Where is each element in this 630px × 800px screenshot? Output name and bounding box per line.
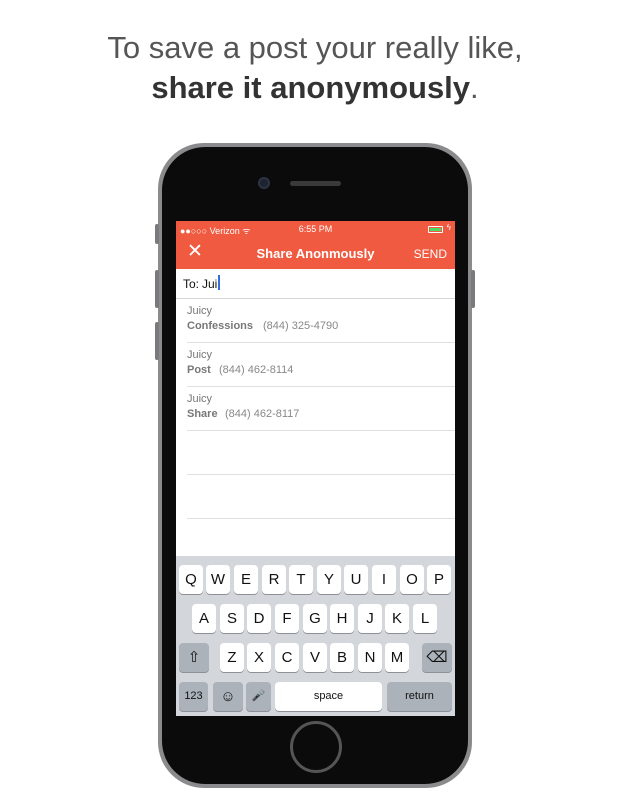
volume-up-button xyxy=(155,270,159,308)
key-g[interactable]: G xyxy=(303,604,327,633)
suggestion-type: Share xyxy=(187,408,218,420)
front-camera xyxy=(258,177,270,189)
key-t[interactable]: T xyxy=(289,565,313,594)
keyboard: Q W E R T Y U I O P A S D F G H J K L ⇧ … xyxy=(176,556,455,716)
home-button[interactable] xyxy=(290,721,342,773)
status-time: 6:55 PM xyxy=(298,224,333,234)
key-j[interactable]: J xyxy=(358,604,382,633)
shift-key[interactable]: ⇧ xyxy=(179,643,209,672)
key-d[interactable]: D xyxy=(247,604,271,633)
battery-icon xyxy=(428,226,443,233)
key-u[interactable]: U xyxy=(344,565,368,594)
power-button xyxy=(471,270,475,308)
key-h[interactable]: H xyxy=(330,604,354,633)
key-m[interactable]: M xyxy=(385,643,409,672)
headline-line-1: To save a post your really like, xyxy=(107,30,523,65)
empty-row xyxy=(187,431,455,475)
key-c[interactable]: C xyxy=(275,643,299,672)
key-v[interactable]: V xyxy=(303,643,327,672)
key-r[interactable]: R xyxy=(262,565,286,594)
nav-bar: ✕ Share Anonmously SEND xyxy=(176,238,455,269)
key-p[interactable]: P xyxy=(427,565,451,594)
suggestion-phone: (844) 325-4790 xyxy=(263,320,339,332)
emoji-icon[interactable]: ☺ xyxy=(213,682,243,711)
suggestion-phone: (844) 462-8114 xyxy=(219,364,294,376)
key-q[interactable]: Q xyxy=(179,565,203,594)
microphone-icon[interactable]: 🎤 xyxy=(246,682,271,711)
suggestion-type: Post xyxy=(187,364,211,376)
mute-switch xyxy=(155,224,159,244)
key-b[interactable]: B xyxy=(330,643,354,672)
key-l[interactable]: L xyxy=(413,604,437,633)
status-bar: ●●○○○ Verizon ᯤ 6:55 PM ϟ xyxy=(176,221,455,238)
key-o[interactable]: O xyxy=(400,565,424,594)
key-e[interactable]: E xyxy=(234,565,258,594)
key-a[interactable]: A xyxy=(192,604,216,633)
key-s[interactable]: S xyxy=(220,604,244,633)
headline-suffix: . xyxy=(470,70,479,105)
bolt-icon: ϟ xyxy=(446,223,451,232)
key-f[interactable]: F xyxy=(275,604,299,633)
suggestion-name: Juicy xyxy=(187,305,213,317)
recipient-field[interactable]: To: Jui xyxy=(176,269,455,299)
text-cursor xyxy=(218,275,220,290)
send-button[interactable]: SEND xyxy=(414,247,447,261)
suggestion-type: Confessions xyxy=(187,320,254,332)
phone-screen: ●●○○○ Verizon ᯤ 6:55 PM ϟ ✕ Share Anonmo… xyxy=(176,221,455,716)
suggestion-name: Juicy xyxy=(187,349,213,361)
key-i[interactable]: I xyxy=(372,565,396,594)
suggestion-item[interactable]: Juicy Confessions (844) 325-4790 xyxy=(187,299,455,343)
key-x[interactable]: X xyxy=(247,643,271,672)
key-z[interactable]: Z xyxy=(220,643,244,672)
suggestion-phone: (844) 462-8117 xyxy=(225,408,300,420)
delete-key[interactable]: ⌫ xyxy=(422,643,452,672)
headline: To save a post your really like, share i… xyxy=(0,28,630,108)
numbers-key[interactable]: 123 xyxy=(179,682,208,711)
recipient-input[interactable]: Jui xyxy=(202,277,217,291)
headline-line-2: share it anonymously. xyxy=(0,68,630,108)
key-n[interactable]: N xyxy=(358,643,382,672)
earpiece-speaker xyxy=(290,181,341,186)
space-key[interactable]: space xyxy=(275,682,382,711)
empty-row xyxy=(187,475,455,519)
volume-down-button xyxy=(155,322,159,360)
key-y[interactable]: Y xyxy=(317,565,341,594)
headline-emphasis: share it anonymously xyxy=(151,70,471,105)
suggestion-item[interactable]: Juicy Post (844) 462-8114 xyxy=(187,343,455,387)
to-label: To: xyxy=(183,277,200,291)
key-w[interactable]: W xyxy=(206,565,230,594)
suggestion-name: Juicy xyxy=(187,393,213,405)
suggestion-item[interactable]: Juicy Share (844) 462-8117 xyxy=(187,387,455,431)
key-k[interactable]: K xyxy=(385,604,409,633)
return-key[interactable]: return xyxy=(387,682,452,711)
